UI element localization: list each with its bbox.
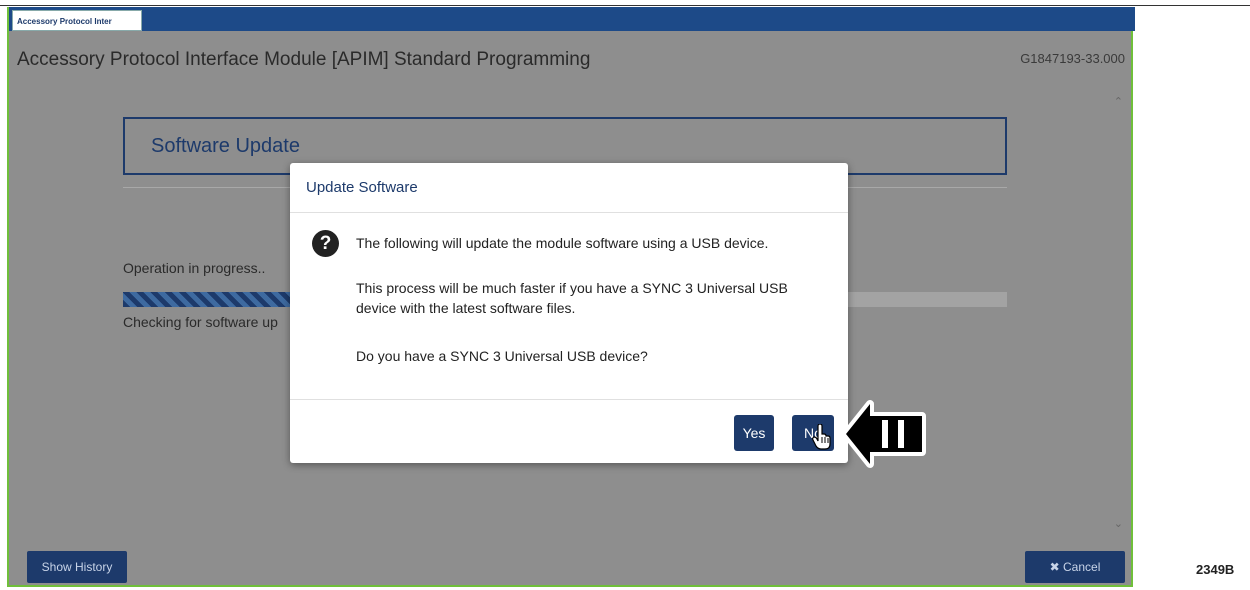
dialog-header: Update Software — [290, 163, 848, 213]
dialog-footer-divider — [290, 399, 848, 400]
callout-arrow-icon — [842, 400, 926, 468]
page-title: Accessory Protocol Interface Module [API… — [17, 49, 591, 70]
figure-id: 2349B — [1196, 562, 1235, 577]
question-circle-icon: ? — [312, 230, 339, 257]
status-text: Checking for software up — [123, 314, 278, 330]
operation-label: Operation in progress.. — [123, 260, 266, 276]
dialog-message-line2: This process will be much faster if you … — [356, 280, 788, 316]
tab-bar: Accessory Protocol Inter — [9, 7, 1135, 31]
procedure-code: G1847193-33.000 — [1020, 51, 1125, 66]
chevron-up-icon[interactable]: ⌃ — [1114, 95, 1123, 108]
cancel-button[interactable]: ✖ Cancel — [1025, 551, 1125, 583]
show-history-button[interactable]: Show History — [27, 551, 127, 583]
dialog-message-line3: Do you have a SYNC 3 Universal USB devic… — [356, 348, 648, 364]
dialog-title: Update Software — [306, 179, 418, 196]
update-software-dialog: Update Software ? The following will upd… — [290, 163, 848, 463]
chevron-down-icon[interactable]: ⌄ — [1114, 517, 1123, 530]
top-rule — [0, 5, 1250, 6]
hand-cursor-icon — [812, 424, 831, 450]
progress-fill — [123, 292, 300, 307]
tab-accessory-protocol[interactable]: Accessory Protocol Inter — [12, 10, 142, 31]
dialog-message-line1: The following will update the module sof… — [356, 235, 769, 251]
yes-button[interactable]: Yes — [734, 415, 774, 451]
panel-title: Software Update — [151, 135, 300, 157]
